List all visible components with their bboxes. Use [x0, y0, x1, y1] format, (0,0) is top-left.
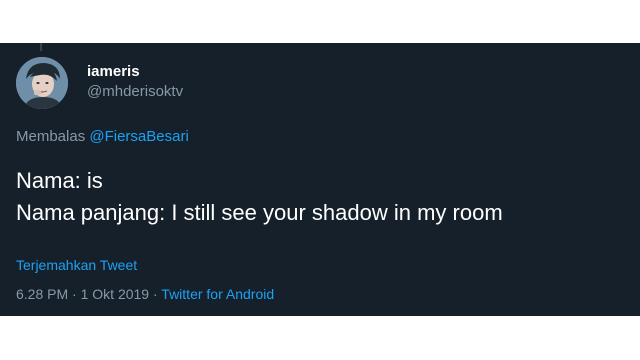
tweet-text-line: Nama panjang: I still see your shadow in…	[16, 200, 503, 225]
tweet-text: Nama: is Nama panjang: I still see your …	[16, 165, 503, 229]
display-name[interactable]: iameris	[87, 63, 140, 81]
translate-tweet-link[interactable]: Terjemahkan Tweet	[16, 256, 137, 274]
user-handle[interactable]: @mhderisoktv	[87, 83, 183, 101]
meta-separator: ·	[68, 286, 81, 302]
reply-prefix-label: Membalas	[16, 128, 90, 145]
thread-connector-line	[40, 43, 42, 51]
tweet-source-link[interactable]: Twitter for Android	[161, 286, 274, 302]
tweet-text-line: Nama: is	[16, 168, 103, 193]
tweet-date[interactable]: 1 Okt 2019	[81, 286, 150, 302]
screenshot-frame: iameris @mhderisoktv Membalas @FiersaBes…	[0, 0, 640, 360]
reply-mention-link[interactable]: @FiersaBesari	[89, 128, 188, 145]
meta-separator: ·	[149, 286, 162, 302]
tweet-metadata: 6.28 PM · 1 Okt 2019 · Twitter for Andro…	[16, 285, 274, 303]
avatar[interactable]	[16, 57, 68, 109]
tweet-card: iameris @mhderisoktv Membalas @FiersaBes…	[0, 43, 640, 316]
reply-context: Membalas @FiersaBesari	[16, 128, 189, 146]
tweet-time[interactable]: 6.28 PM	[16, 286, 68, 302]
avatar-photo-icon	[16, 57, 68, 109]
